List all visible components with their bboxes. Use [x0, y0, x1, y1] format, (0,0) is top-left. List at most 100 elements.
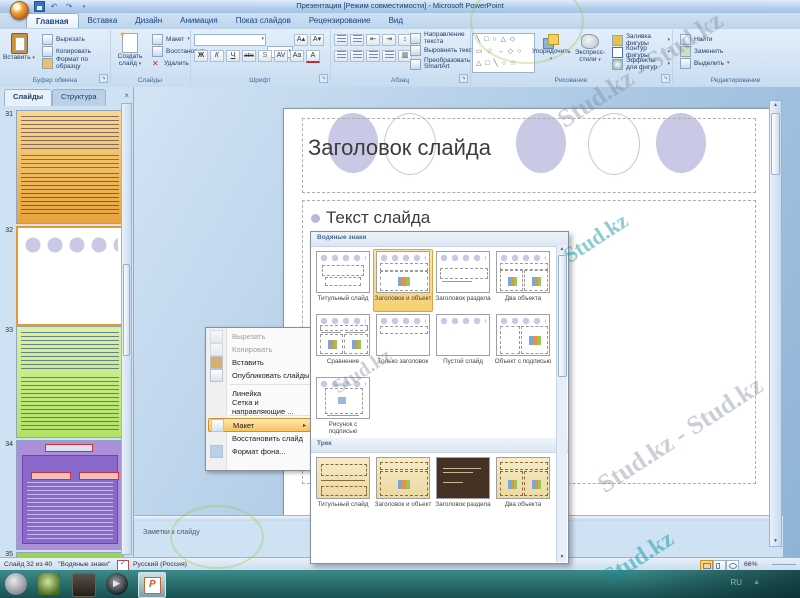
- align-center-button[interactable]: [350, 50, 364, 62]
- office-button[interactable]: [10, 1, 29, 20]
- strikethrough-button[interactable]: abc: [242, 50, 256, 62]
- qat-dropdown-icon[interactable]: ▾: [78, 2, 90, 12]
- layout-title-only[interactable]: Только заголовок: [373, 312, 433, 375]
- gallery-scroll-thumb[interactable]: [558, 255, 567, 377]
- taskbar-app-icon[interactable]: [72, 573, 96, 597]
- paste-button[interactable]: Вставить: [2, 32, 36, 74]
- shrink-font-button[interactable]: A▾: [310, 34, 324, 46]
- scroll-up-icon[interactable]: ▲: [770, 101, 781, 110]
- layout-title-slide[interactable]: Титульный слайд: [313, 249, 373, 312]
- shape-effects-button[interactable]: Эффекты для фигур: [610, 58, 672, 70]
- italic-button[interactable]: К: [210, 50, 224, 62]
- undo-icon[interactable]: ↶: [48, 2, 60, 12]
- scroll-up-icon[interactable]: ▲: [557, 245, 567, 254]
- select-icon: [680, 58, 691, 69]
- tab-view[interactable]: Вид: [380, 13, 412, 27]
- editor-scrollbar[interactable]: ▲ ▼: [769, 100, 782, 547]
- replace-button[interactable]: Заменить: [678, 45, 732, 57]
- slide-thumbnail-34[interactable]: [16, 440, 124, 550]
- numbering-button[interactable]: [350, 34, 364, 46]
- grow-font-button[interactable]: A▴: [294, 34, 308, 46]
- panel-scroll-thumb[interactable]: [123, 264, 130, 356]
- scroll-down-icon[interactable]: ▼: [557, 553, 567, 562]
- tab-home[interactable]: Главная: [26, 13, 79, 28]
- paragraph-dialog-launcher[interactable]: ↘: [459, 74, 468, 83]
- font-dialog-launcher[interactable]: ↘: [319, 74, 328, 83]
- slide-body-text[interactable]: Текст слайда: [326, 208, 430, 228]
- underline-button[interactable]: Ч: [226, 50, 240, 62]
- slide-title-text[interactable]: Заголовок слайда: [308, 135, 491, 161]
- layout-content-with-caption[interactable]: Объект с подписью: [493, 312, 553, 375]
- redo-icon[interactable]: ↷: [63, 2, 75, 12]
- bullets-button[interactable]: [334, 34, 348, 46]
- layout-blank[interactable]: Пустой слайд: [433, 312, 493, 375]
- gallery-scrollbar[interactable]: ▲ ▼: [556, 245, 567, 562]
- layout-trek-title-slide[interactable]: Титульный слайд: [313, 455, 373, 518]
- tray-expand-icon[interactable]: ▲: [753, 579, 760, 586]
- group-clipboard: Вставить Вырезать Копировать Формат по о…: [0, 30, 111, 84]
- drawing-dialog-launcher[interactable]: ↘: [661, 74, 670, 83]
- layout-trek-two-content[interactable]: Два объекта: [493, 455, 553, 518]
- tab-animation[interactable]: Анимация: [171, 13, 227, 27]
- shapes-gallery[interactable]: ╲ □ ○ △ ◇ ▭ ☆ → ◇ ○ △ □ ╲ ○ ☆: [472, 33, 535, 73]
- find-button[interactable]: Найти: [678, 33, 732, 45]
- thumbnail-content: [45, 444, 93, 452]
- layout-comparison[interactable]: Сравнение: [313, 312, 373, 375]
- change-case-button[interactable]: Aa: [290, 50, 304, 62]
- menu-item-reset-slide[interactable]: Восстановить слайд: [206, 432, 313, 445]
- layout-picture-with-caption[interactable]: Рисунок с подписью: [313, 375, 373, 438]
- format-painter-button[interactable]: Формат по образцу: [40, 57, 110, 69]
- zoom-level[interactable]: 66%: [744, 561, 758, 568]
- tab-review[interactable]: Рецензирование: [300, 13, 380, 27]
- layout-section-header[interactable]: Заголовок раздела: [433, 249, 493, 312]
- tab-slides-thumbnails[interactable]: Слайды: [4, 89, 52, 106]
- font-family-combo[interactable]: [194, 34, 266, 46]
- slide-number: 31: [2, 111, 13, 118]
- decrease-indent-button[interactable]: ⇤: [366, 34, 380, 46]
- cut-button[interactable]: Вырезать: [40, 33, 110, 45]
- text-direction-icon: [410, 33, 421, 44]
- new-slide-button[interactable]: Создать слайд: [112, 32, 148, 74]
- arrange-button[interactable]: Упорядочить: [532, 32, 570, 74]
- cut-icon: [42, 34, 53, 45]
- slide-thumbnail-32-selected[interactable]: [16, 226, 126, 326]
- layout-title-and-content-selected[interactable]: Заголовок и объект: [373, 249, 433, 312]
- media-player-icon[interactable]: [106, 573, 128, 595]
- scroll-down-icon[interactable]: ▼: [770, 537, 781, 546]
- menu-item-format-background[interactable]: Формат фона...: [206, 445, 313, 458]
- slide-thumbnail-33[interactable]: [16, 326, 124, 438]
- menu-item-paste[interactable]: Вставить: [206, 356, 313, 369]
- menu-item-layout[interactable]: Макет▸: [208, 418, 311, 432]
- tab-outline[interactable]: Структура: [52, 89, 106, 106]
- align-right-button[interactable]: [366, 50, 380, 62]
- font-color-button[interactable]: А: [306, 50, 320, 63]
- start-button[interactable]: [5, 573, 27, 595]
- zoom-slider[interactable]: [772, 564, 796, 565]
- clipboard-dialog-launcher[interactable]: ↘: [99, 74, 108, 83]
- tab-design[interactable]: Дизайн: [126, 13, 171, 27]
- justify-button[interactable]: [382, 50, 396, 62]
- layout-two-content[interactable]: Два объекта: [493, 249, 553, 312]
- taskbar-app-icon[interactable]: [38, 573, 60, 595]
- language-indicator[interactable]: Русский (Россия): [133, 561, 187, 568]
- menu-item-grid-guides[interactable]: Сетка и направляющие ...: [206, 400, 313, 413]
- bold-button[interactable]: Ж: [194, 50, 208, 62]
- save-icon[interactable]: [34, 1, 45, 12]
- tab-insert[interactable]: Вставка: [79, 13, 127, 27]
- tray-language[interactable]: RU: [730, 578, 742, 587]
- powerpoint-taskbar-button-active[interactable]: [138, 572, 166, 598]
- align-left-button[interactable]: [334, 50, 348, 62]
- slide-thumbnail-31[interactable]: [16, 110, 124, 224]
- increase-indent-button[interactable]: ⇥: [382, 34, 396, 46]
- menu-item-publish-slides[interactable]: Опубликовать слайды: [206, 369, 313, 382]
- quick-styles-button[interactable]: Экспресс-стили: [570, 32, 610, 74]
- layout-trek-title-and-content[interactable]: Заголовок и объект: [373, 455, 433, 518]
- character-spacing-button[interactable]: AV: [274, 50, 288, 62]
- select-button[interactable]: Выделить: [678, 57, 732, 69]
- panel-close-icon[interactable]: ×: [124, 91, 129, 100]
- panel-scrollbar[interactable]: [121, 103, 132, 555]
- editor-scroll-thumb[interactable]: [771, 113, 780, 175]
- layout-trek-section-header[interactable]: Заголовок раздела: [433, 455, 493, 518]
- tab-slideshow[interactable]: Показ слайдов: [227, 13, 300, 27]
- shadow-button[interactable]: S: [258, 50, 272, 62]
